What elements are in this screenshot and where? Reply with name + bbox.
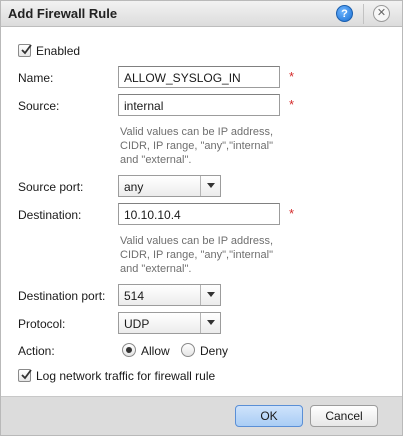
protocol-select[interactable]: UDP <box>118 312 221 334</box>
add-firewall-rule-dialog: Add Firewall Rule ? ✕ Enabled Name: ALLO… <box>0 0 403 436</box>
protocol-value: UDP <box>124 317 150 331</box>
destination-field[interactable]: 10.10.10.4 <box>118 203 280 225</box>
source-port-value: any <box>124 180 144 194</box>
destination-hint: Valid values can be IP address, CIDR, IP… <box>120 234 290 276</box>
source-hint-line: and "external". <box>120 154 192 166</box>
dialog-titlebar: Add Firewall Rule ? ✕ <box>1 1 402 27</box>
chevron-down-icon[interactable] <box>200 176 220 196</box>
source-label: Source: <box>18 99 60 113</box>
enabled-label[interactable]: Enabled <box>36 44 80 58</box>
log-traffic-label[interactable]: Log network traffic for firewall rule <box>36 369 215 383</box>
source-port-select[interactable]: any <box>118 175 221 197</box>
protocol-label: Protocol: <box>18 317 66 331</box>
destination-label: Destination: <box>18 208 82 222</box>
ok-button[interactable]: OK <box>235 405 303 427</box>
destination-port-label: Destination port: <box>18 289 106 303</box>
chevron-down-icon[interactable] <box>200 313 220 333</box>
action-deny-label[interactable]: Deny <box>200 344 228 358</box>
name-required-marker: * <box>289 69 295 84</box>
source-field[interactable]: internal <box>118 94 280 116</box>
radio-selected-dot <box>126 347 132 353</box>
close-icon[interactable]: ✕ <box>373 5 390 22</box>
destination-port-value: 514 <box>124 289 145 303</box>
help-icon[interactable]: ? <box>336 5 353 22</box>
name-label: Name: <box>18 71 54 85</box>
enabled-checkbox[interactable] <box>18 44 32 57</box>
action-label: Action: <box>18 344 55 358</box>
action-deny-radio[interactable] <box>181 343 195 357</box>
titlebar-divider <box>363 4 364 24</box>
log-traffic-checkbox[interactable] <box>18 369 32 382</box>
cancel-button[interactable]: Cancel <box>310 405 378 427</box>
checkmark-icon <box>21 369 32 380</box>
checkmark-icon <box>21 44 32 55</box>
dialog-title: Add Firewall Rule <box>8 6 118 21</box>
dialog-footer: OK Cancel <box>1 396 402 435</box>
source-port-label: Source port: <box>18 180 84 194</box>
source-hint: Valid values can be IP address, CIDR, IP… <box>120 125 290 167</box>
destination-required-marker: * <box>289 206 295 221</box>
chevron-down-icon[interactable] <box>200 285 220 305</box>
source-required-marker: * <box>289 97 295 112</box>
destination-hint-line: Valid values can be IP address, <box>120 235 274 247</box>
name-field[interactable]: ALLOW_SYSLOG_IN <box>118 66 280 88</box>
source-hint-line: CIDR, IP range, "any","internal" <box>120 140 273 152</box>
source-hint-line: Valid values can be IP address, <box>120 126 274 138</box>
action-allow-label[interactable]: Allow <box>141 344 170 358</box>
destination-hint-line: and "external". <box>120 263 192 275</box>
destination-port-select[interactable]: 514 <box>118 284 221 306</box>
destination-hint-line: CIDR, IP range, "any","internal" <box>120 249 273 261</box>
action-allow-radio[interactable] <box>122 343 136 357</box>
